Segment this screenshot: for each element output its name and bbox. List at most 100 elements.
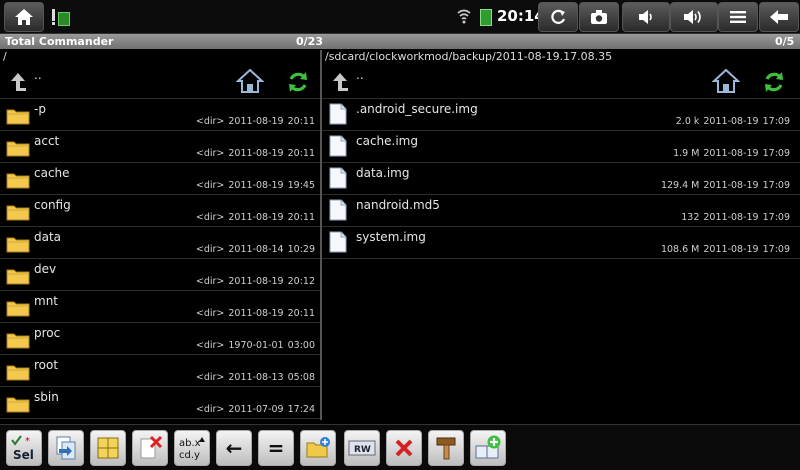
- item-date: 2011-08-19: [228, 116, 284, 127]
- folder-row[interactable]: dev <dir> 2011-08-19 20:12: [0, 259, 320, 291]
- folder-row[interactable]: sys: [0, 419, 320, 420]
- rw-icon: RW: [348, 440, 376, 456]
- home-button[interactable]: [4, 2, 44, 32]
- file-row[interactable]: data.img 129.4 M 2011-08-19 17:09: [322, 163, 800, 195]
- item-time: 17:09: [762, 180, 790, 191]
- item-time: 17:09: [762, 244, 790, 255]
- item-date: 2011-08-19: [228, 212, 284, 223]
- left-panel[interactable]: / .. -p <dir> 2011-08-19 20:11 acct <dir> 2011…: [0, 50, 320, 420]
- item-date: 2011-08-13: [228, 372, 284, 383]
- select-icon: * Sel: [11, 435, 34, 462]
- item-meta: 1.9 M 2011-08-19 17:09: [669, 148, 790, 159]
- item-time: 10:29: [287, 244, 315, 255]
- item-name: system.img: [356, 230, 426, 244]
- item-type: <dir>: [195, 308, 225, 319]
- item-name: config: [34, 198, 71, 212]
- item-time: 03:00: [287, 340, 315, 351]
- delete-button[interactable]: [386, 430, 422, 466]
- back-button[interactable]: [759, 2, 799, 32]
- close-icon: [395, 439, 413, 457]
- compare-button[interactable]: =: [258, 430, 294, 466]
- item-meta: <dir> 1970-01-01 03:00: [192, 340, 315, 351]
- sort-button[interactable]: ab.x cd.y: [174, 430, 210, 466]
- folder-row[interactable]: data <dir> 2011-08-14 10:29: [0, 227, 320, 259]
- item-time: 17:09: [762, 116, 790, 127]
- volume-up-button[interactable]: [670, 2, 718, 32]
- item-type: <dir>: [195, 148, 225, 159]
- home-icon[interactable]: [712, 68, 740, 94]
- file-icon: [329, 167, 347, 189]
- folder-row[interactable]: config <dir> 2011-08-19 20:11: [0, 195, 320, 227]
- home-icon[interactable]: [236, 68, 264, 94]
- select-label: Sel: [13, 448, 34, 462]
- add-button-toolbar[interactable]: [470, 430, 506, 466]
- remount-rw-button[interactable]: RW: [344, 430, 380, 466]
- left-parent-dir[interactable]: ..: [0, 64, 320, 99]
- item-meta: <dir> 2011-08-19 20:11: [192, 116, 315, 127]
- file-icon: [329, 199, 347, 221]
- sync-button[interactable]: [538, 2, 578, 32]
- volume-down-button[interactable]: [622, 2, 670, 32]
- item-meta: <dir> 2011-08-14 10:29: [192, 244, 315, 255]
- item-date: 2011-08-19: [228, 180, 284, 191]
- folder-row[interactable]: proc <dir> 1970-01-01 03:00: [0, 323, 320, 355]
- new-folder-button[interactable]: [300, 430, 336, 466]
- right-parent-dir[interactable]: ..: [322, 64, 800, 99]
- item-date: 2011-08-19: [228, 308, 284, 319]
- item-meta: 132 2011-08-19 17:09: [677, 212, 790, 223]
- item-name: -p: [34, 102, 46, 116]
- item-date: 2011-08-19: [228, 276, 284, 287]
- folder-icon: [6, 141, 30, 157]
- item-meta: 129.4 M 2011-08-19 17:09: [657, 180, 790, 191]
- folder-row[interactable]: root <dir> 2011-08-13 05:08: [0, 355, 320, 387]
- up-dir-icon[interactable]: [330, 72, 350, 92]
- folder-row[interactable]: mnt <dir> 2011-08-19 20:11: [0, 291, 320, 323]
- right-file-list: .android_secure.img 2.0 k 2011-08-19 17:09 c…: [322, 99, 800, 259]
- file-row[interactable]: cache.img 1.9 M 2011-08-19 17:09: [322, 131, 800, 163]
- menu-button[interactable]: [718, 2, 758, 32]
- folder-row[interactable]: -p <dir> 2011-08-19 20:11: [0, 99, 320, 131]
- item-date: 2011-08-19: [703, 148, 759, 159]
- folder-icon: [6, 173, 30, 189]
- folder-row[interactable]: cache <dir> 2011-08-19 19:45: [0, 163, 320, 195]
- refresh-icon[interactable]: [762, 70, 786, 94]
- bottom-toolbar: * Sel ab.x cd.y ← = RW: [0, 424, 800, 470]
- svg-text:*: *: [25, 436, 30, 447]
- item-time: 17:09: [762, 148, 790, 159]
- item-name: nandroid.md5: [356, 198, 440, 212]
- item-name: dev: [34, 262, 57, 276]
- item-date: 2011-08-19: [703, 116, 759, 127]
- file-row[interactable]: system.img 108.6 M 2011-08-19 17:09: [322, 227, 800, 259]
- copy-button[interactable]: [48, 430, 84, 466]
- folder-row[interactable]: acct <dir> 2011-08-19 20:11: [0, 131, 320, 163]
- screenshot-button[interactable]: [579, 2, 619, 32]
- delete-file-icon: [140, 435, 163, 459]
- new-folder-icon: [306, 437, 330, 458]
- folder-row[interactable]: sbin <dir> 2011-07-09 17:24: [0, 387, 320, 419]
- item-name: sbin: [34, 390, 59, 404]
- item-name: data: [34, 230, 62, 244]
- item-type: <dir>: [195, 116, 225, 127]
- right-panel[interactable]: /sdcard/clockworkmod/backup/2011-08-19.1…: [322, 50, 800, 420]
- sync-icon: [551, 9, 566, 24]
- item-time: 17:24: [287, 404, 315, 415]
- item-name: root: [34, 358, 59, 372]
- tools-button[interactable]: [428, 430, 464, 466]
- up-dir-icon[interactable]: [8, 72, 28, 92]
- file-row[interactable]: .android_secure.img 2.0 k 2011-08-19 17:09: [322, 99, 800, 131]
- refresh-icon[interactable]: [286, 70, 310, 94]
- item-date: 2011-08-19: [703, 212, 759, 223]
- pack-button[interactable]: [90, 430, 126, 466]
- delete-file-button[interactable]: [132, 430, 168, 466]
- item-date: 2011-08-19: [703, 244, 759, 255]
- item-time: 20:11: [287, 148, 315, 159]
- sort-label-bottom: cd.y: [179, 450, 200, 461]
- file-row[interactable]: nandroid.md5 132 2011-08-19 17:09: [322, 195, 800, 227]
- title-bar: Total Commander 0/23 0/5: [0, 34, 800, 49]
- item-meta: <dir> 2011-08-19 20:11: [192, 308, 315, 319]
- go-back-button[interactable]: ←: [216, 430, 252, 466]
- file-icon: [329, 103, 347, 125]
- item-size: 129.4 M: [660, 180, 700, 191]
- item-type: <dir>: [195, 180, 225, 191]
- select-button[interactable]: * Sel: [6, 430, 42, 466]
